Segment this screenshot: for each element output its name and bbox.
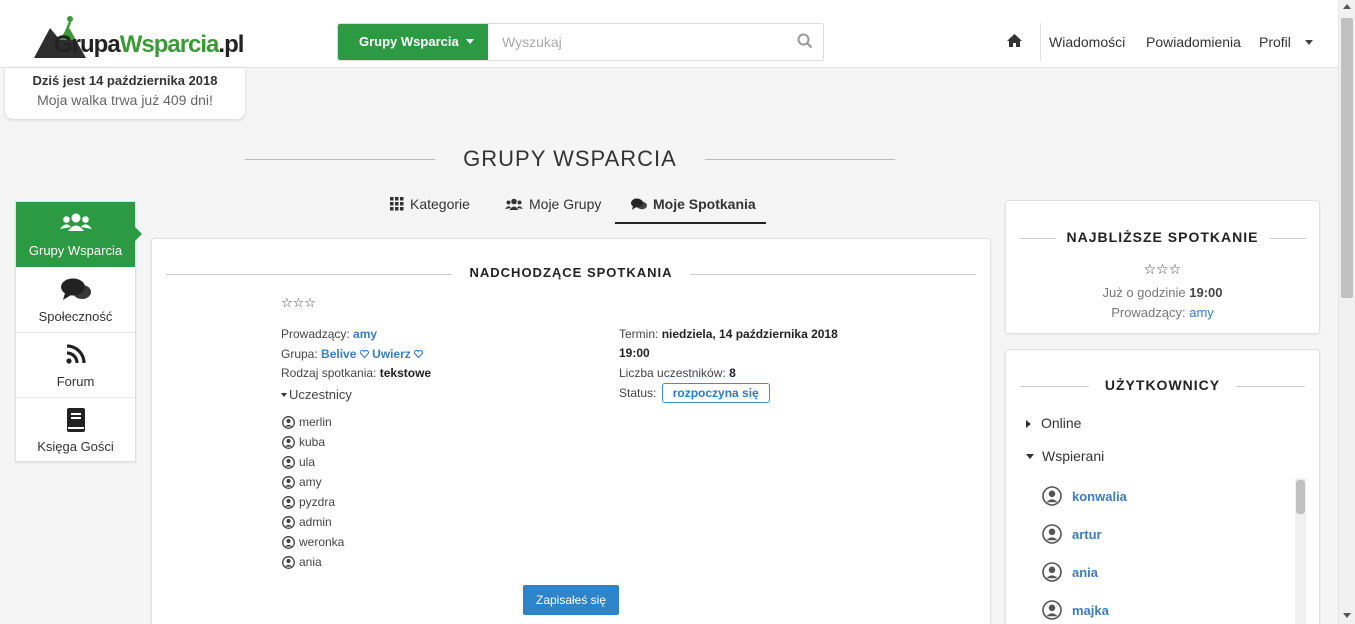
participant-item[interactable]: pyzdra [282, 495, 335, 509]
meeting-term: Termin: niedziela, 14 października 2018 [619, 327, 838, 341]
meeting-time: 19:00 [619, 346, 650, 360]
nav-messages[interactable]: Wiadomości [1049, 34, 1125, 50]
page-title: GRUPY WSPARCIA [245, 146, 895, 172]
profile-caret-icon[interactable] [1305, 40, 1313, 45]
users-icon [505, 198, 523, 210]
users-scrollbar-thumb[interactable] [1296, 480, 1305, 514]
scroll-down-arrow-icon[interactable] [1343, 613, 1351, 618]
sidebar-active-pointer [135, 227, 142, 241]
rss-icon [16, 343, 135, 368]
users-icon [16, 212, 135, 235]
nav-profile[interactable]: Profil [1259, 34, 1291, 50]
streak-counter: Moja walka trwa już 409 dni! [37, 92, 213, 108]
nav-notifications[interactable]: Powiadomienia [1146, 34, 1241, 50]
group-link-uwierz[interactable]: Uwierz [372, 347, 424, 361]
meeting-rating-stars: ☆☆☆ [281, 295, 316, 310]
scroll-up-arrow-icon[interactable] [1343, 4, 1351, 9]
participant-item[interactable]: merlin [282, 415, 332, 429]
top-navbar: GrupaWsparcia.pl Grupy Wsparcia Wiadomoś… [0, 0, 1338, 68]
caret-down-icon [466, 39, 474, 44]
search-category-dropdown[interactable]: Grupy Wsparcia [338, 24, 488, 60]
user-circle-icon [282, 516, 295, 529]
user-circle-icon [282, 536, 295, 549]
meeting-status: Status: rozpoczyna się [619, 383, 770, 403]
participant-item[interactable]: ania [282, 555, 322, 569]
user-circle-icon [282, 456, 295, 469]
search-input[interactable] [488, 24, 778, 60]
user-avatar-icon [1042, 562, 1062, 582]
page-scrollbar[interactable] [1338, 0, 1355, 624]
participant-item[interactable]: kuba [282, 435, 325, 449]
next-meeting-host: Prowadzący: amy [1111, 305, 1214, 320]
tab-kategorie[interactable]: Kategorie [390, 196, 470, 226]
scrollbar-thumb[interactable] [1341, 18, 1353, 298]
meeting-group: Grupa: Belive Uwierz [281, 347, 424, 361]
user-avatar-icon [1042, 600, 1062, 620]
caret-down-icon [281, 393, 287, 397]
users-online-toggle[interactable]: Online [1026, 415, 1081, 431]
meetings-heading: NADCHODZĄCE SPOTKANIA [166, 265, 976, 283]
left-sidebar: Grupy Wsparcia Społeczność Forum Księga … [15, 201, 136, 462]
grid-icon [390, 197, 404, 211]
participant-item[interactable]: amy [282, 475, 322, 489]
users-list-scrollbar[interactable] [1295, 478, 1306, 624]
heart-icon [359, 349, 369, 359]
next-meeting-heading: NAJBLIŻSZE SPOTKANIE [1020, 229, 1306, 247]
next-meeting-time: Już o godzinie 19:00 [1102, 285, 1223, 300]
user-circle-icon [282, 436, 295, 449]
host-link[interactable]: amy [353, 327, 377, 341]
tab-moje-grupy[interactable]: Moje Grupy [505, 196, 601, 226]
site-logo[interactable]: GrupaWsparcia.pl [30, 14, 244, 60]
current-date: Dziś jest 14 października 2018 [32, 73, 218, 88]
participant-item[interactable]: ula [282, 455, 315, 469]
logo-text: GrupaWsparcia.pl [54, 31, 244, 58]
home-icon[interactable] [1006, 33, 1023, 51]
meeting-host: Prowadzący: amy [281, 327, 378, 341]
next-meeting-stars: ☆☆☆ [1143, 261, 1182, 277]
meeting-participant-count: Liczba uczestników: 8 [619, 366, 736, 380]
chat-icon [16, 278, 135, 305]
user-list-item[interactable]: konwalia [1042, 486, 1127, 506]
users-box: UŻYTKOWNICY Online Wspierani konwalia art… [1005, 349, 1320, 624]
active-tab-indicator [615, 222, 766, 224]
participant-item[interactable]: admin [282, 515, 332, 529]
heart-icon [414, 349, 424, 359]
group-link-belive[interactable]: Belive [321, 347, 369, 361]
next-meeting-box: NAJBLIŻSZE SPOTKANIE ☆☆☆ Już o godzinie … [1005, 200, 1320, 334]
next-meeting-host-link[interactable]: amy [1189, 305, 1214, 320]
sidebar-item-ksiega-gosci[interactable]: Księga Gości [16, 398, 135, 463]
book-icon [16, 408, 135, 435]
caret-right-icon [1026, 420, 1031, 428]
user-circle-icon [282, 416, 295, 429]
participants-toggle[interactable]: Uczestnicy [281, 387, 352, 402]
date-info-box: Dziś jest 14 października 2018 Moja walk… [5, 68, 245, 119]
user-list-item[interactable]: artur [1042, 524, 1102, 544]
participant-item[interactable]: weronka [282, 535, 344, 549]
user-list-item[interactable]: majka [1042, 600, 1109, 620]
search-icon[interactable] [797, 33, 813, 52]
user-circle-icon [282, 556, 295, 569]
caret-down-icon [1026, 454, 1034, 459]
user-circle-icon [282, 496, 295, 509]
sidebar-item-grupy-wsparcia[interactable]: Grupy Wsparcia [16, 202, 135, 267]
chat-icon [631, 198, 647, 210]
user-avatar-icon [1042, 524, 1062, 544]
status-badge: rozpoczyna się [661, 383, 770, 403]
user-list-item[interactable]: ania [1042, 562, 1098, 582]
nav-divider [1040, 23, 1041, 61]
meetings-panel: NADCHODZĄCE SPOTKANIA ☆☆☆ Prowadzący: am… [151, 238, 991, 624]
meeting-type: Rodzaj spotkania: tekstowe [281, 366, 432, 380]
user-avatar-icon [1042, 486, 1062, 506]
sidebar-item-spolecznosc[interactable]: Społeczność [16, 268, 135, 333]
search-bar: Grupy Wsparcia [337, 23, 824, 61]
users-supported-toggle[interactable]: Wspierani [1026, 448, 1104, 464]
sidebar-item-forum[interactable]: Forum [16, 333, 135, 398]
signup-button[interactable]: Zapisałeś się [523, 585, 619, 615]
users-heading: UŻYTKOWNICY [1020, 377, 1305, 395]
user-circle-icon [282, 476, 295, 489]
